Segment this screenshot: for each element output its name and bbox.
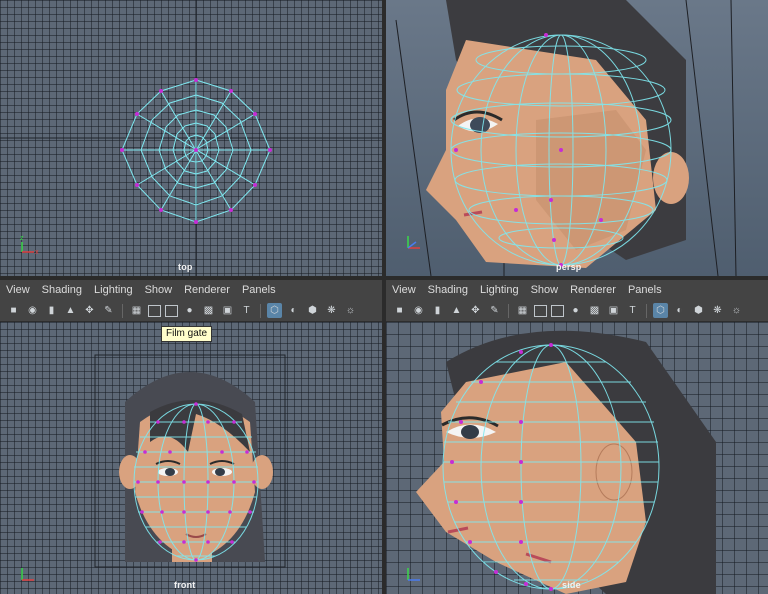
toolbar-separator — [508, 303, 509, 318]
panel-menubar-front: View Shading Lighting Show Renderer Pane… — [0, 280, 382, 300]
viewport-label-top: top — [178, 262, 193, 272]
grease-pencil-icon[interactable]: ✎ — [101, 303, 116, 318]
top-wireframe-sphere: z x — [0, 0, 382, 276]
film-gate-tooltip: Film gate — [161, 326, 213, 342]
toolbar-separator — [122, 303, 123, 318]
wireframe-icon[interactable]: ⬡ — [267, 303, 282, 318]
shadows-icon[interactable]: ☼ — [729, 303, 744, 318]
grid-icon[interactable]: ▦ — [515, 303, 530, 318]
camera-icon[interactable]: ■ — [6, 303, 21, 318]
gate-mask-icon[interactable]: ● — [568, 303, 583, 318]
svg-text:x: x — [35, 249, 39, 256]
bookmark-icon[interactable]: ▮ — [44, 303, 59, 318]
lights-icon[interactable]: ❋ — [324, 303, 339, 318]
menu-show[interactable]: Show — [531, 284, 559, 296]
axis-gizmo-side — [407, 568, 420, 581]
safe-action-icon[interactable]: ▣ — [220, 303, 235, 318]
menu-view[interactable]: View — [6, 284, 30, 296]
menu-lighting[interactable]: Lighting — [94, 284, 133, 296]
grease-pencil-icon[interactable]: ✎ — [487, 303, 502, 318]
menu-panels[interactable]: Panels — [242, 284, 276, 296]
toolbar-separator — [646, 303, 647, 318]
resolution-gate-icon[interactable] — [165, 304, 178, 317]
menu-renderer[interactable]: Renderer — [570, 284, 616, 296]
field-chart-icon[interactable]: ▩ — [201, 303, 216, 318]
safe-title-icon[interactable]: T — [239, 303, 254, 318]
viewport-label-front: front — [174, 580, 196, 590]
menu-shading[interactable]: Shading — [42, 284, 82, 296]
axis-gizmo-top: z x — [20, 235, 39, 256]
textured-icon[interactable]: ⬢ — [305, 303, 320, 318]
panel-toolbar-front: ■ ◉ ▮ ▲ ✥ ✎ ▦ ● ▩ ▣ T ⬡ ◐ ⬢ ❋ ☼ — [0, 300, 382, 322]
image-plane-icon[interactable]: ▲ — [63, 303, 78, 318]
smooth-shade-icon[interactable]: ◐ — [286, 303, 301, 318]
field-chart-icon[interactable]: ▩ — [587, 303, 602, 318]
wireframe-icon[interactable]: ⬡ — [653, 303, 668, 318]
menu-panels[interactable]: Panels — [628, 284, 662, 296]
safe-action-icon[interactable]: ▣ — [606, 303, 621, 318]
shadows-icon[interactable]: ☼ — [343, 303, 358, 318]
menu-view[interactable]: View — [392, 284, 416, 296]
textured-icon[interactable]: ⬢ — [691, 303, 706, 318]
menu-lighting[interactable]: Lighting — [480, 284, 519, 296]
viewport-persp[interactable]: persp — [386, 0, 768, 276]
persp-scene — [386, 0, 768, 276]
lights-icon[interactable]: ❋ — [710, 303, 725, 318]
camera-icon[interactable]: ■ — [392, 303, 407, 318]
menu-renderer[interactable]: Renderer — [184, 284, 230, 296]
panel-toolbar-side: ■ ◉ ▮ ▲ ✥ ✎ ▦ ● ▩ ▣ T ⬡ ◐ ⬢ ❋ ☼ — [386, 300, 768, 322]
film-gate-icon[interactable] — [148, 304, 161, 317]
toolbar-separator — [260, 303, 261, 318]
viewport-top[interactable]: z x top — [0, 0, 382, 276]
side-scene — [407, 330, 716, 594]
axis-gizmo-front — [21, 568, 34, 581]
svg-text:z: z — [20, 235, 24, 242]
safe-title-icon[interactable]: T — [625, 303, 640, 318]
front-scene — [21, 354, 286, 581]
camera-attr-icon[interactable]: ◉ — [25, 303, 40, 318]
menu-shading[interactable]: Shading — [428, 284, 468, 296]
grid-icon[interactable]: ▦ — [129, 303, 144, 318]
panel-menubar-side: View Shading Lighting Show Renderer Pane… — [386, 280, 768, 300]
2d-pan-icon[interactable]: ✥ — [468, 303, 483, 318]
2d-pan-icon[interactable]: ✥ — [82, 303, 97, 318]
viewport-side[interactable]: View Shading Lighting Show Renderer Pane… — [386, 280, 768, 594]
viewport-label-persp: persp — [556, 262, 582, 272]
viewport-label-side: side — [562, 580, 581, 590]
film-gate-icon[interactable] — [534, 304, 547, 317]
image-plane-icon[interactable]: ▲ — [449, 303, 464, 318]
menu-show[interactable]: Show — [145, 284, 173, 296]
smooth-shade-icon[interactable]: ◐ — [672, 303, 687, 318]
camera-attr-icon[interactable]: ◉ — [411, 303, 426, 318]
resolution-gate-icon[interactable] — [551, 304, 564, 317]
bookmark-icon[interactable]: ▮ — [430, 303, 445, 318]
gate-mask-icon[interactable]: ● — [182, 303, 197, 318]
